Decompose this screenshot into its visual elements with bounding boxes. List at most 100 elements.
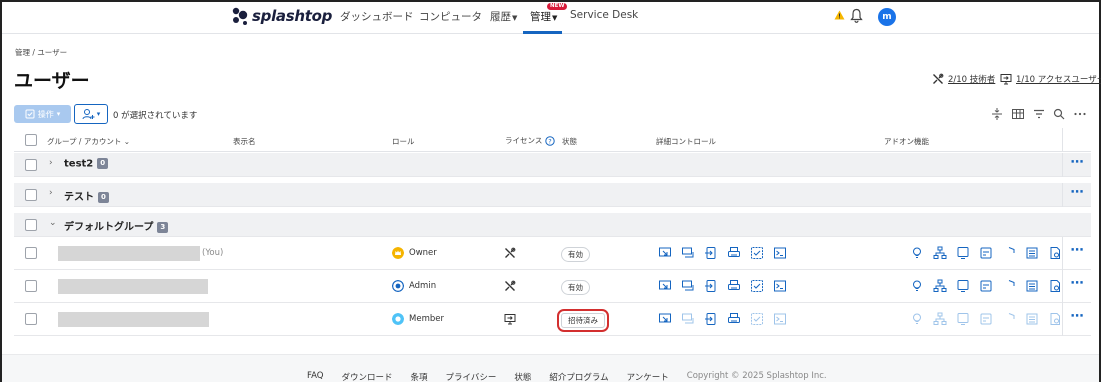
footer-faq[interactable]: FAQ xyxy=(307,371,323,382)
admin-shield-icon xyxy=(392,280,404,292)
group-row[interactable]: ⌄ デフォルトグループ 3 xyxy=(14,213,1091,237)
print-icon xyxy=(728,247,740,257)
splashtop-logo[interactable]: splashtop xyxy=(230,6,332,26)
chat-icon xyxy=(682,247,694,258)
select-all-checkbox[interactable] xyxy=(25,134,37,146)
group-name-label: テスト xyxy=(64,192,94,203)
document-settings-icon xyxy=(1050,313,1060,325)
addon-icons xyxy=(887,279,1062,293)
user-avatar[interactable]: m xyxy=(878,8,896,26)
footer-survey[interactable]: アンケート xyxy=(627,371,669,382)
user-checkbox[interactable] xyxy=(25,247,37,259)
screen-share-icon xyxy=(751,247,763,259)
list-icon xyxy=(1026,247,1038,259)
footer-status[interactable]: 状態 xyxy=(514,371,531,382)
redacted-account-name xyxy=(58,246,200,261)
patch-icon xyxy=(980,247,992,259)
group-checkbox[interactable] xyxy=(25,219,37,231)
print-icon xyxy=(728,313,740,323)
idea-icon xyxy=(913,313,921,324)
group-name: テスト 0 xyxy=(64,188,109,203)
chat-icon xyxy=(682,313,694,324)
add-user-button[interactable]: ▾ xyxy=(74,104,108,124)
group-row[interactable]: › test2 0 ⋯ xyxy=(14,153,1091,177)
group-checkbox[interactable] xyxy=(25,189,37,201)
chevron-right-icon[interactable]: › xyxy=(49,188,53,198)
help-icon[interactable]: ? xyxy=(545,135,556,146)
role-label: Member xyxy=(409,314,444,324)
group-name: test2 0 xyxy=(64,158,109,170)
footer-download[interactable]: ダウンロード xyxy=(341,371,392,382)
checklist-icon xyxy=(25,109,35,119)
tools-icon xyxy=(505,280,516,291)
column-header-role: ロール xyxy=(392,137,415,146)
user-row[interactable]: Admin 有効 ⋯ xyxy=(14,270,1091,303)
status-badge: 有効 xyxy=(561,247,590,262)
redacted-account-name xyxy=(58,279,208,294)
warning-icon[interactable] xyxy=(834,10,845,20)
splashtop-mark-icon xyxy=(232,7,248,25)
monitor-arrow-icon xyxy=(1000,74,1012,85)
user-row[interactable]: Member 招待済み ⋯ xyxy=(14,303,1091,336)
table-header: グループ / アカウント ⌄ 表示名 ロール ライセンス ? 状態 詳細コントロ… xyxy=(14,128,1091,152)
more-options-icon[interactable]: ⋯ xyxy=(1062,153,1091,177)
user-checkbox[interactable] xyxy=(25,280,37,292)
user-row[interactable]: (You) Owner 有効 ⋯ xyxy=(14,237,1091,270)
device-icon xyxy=(957,313,969,325)
columns-icon[interactable] xyxy=(1011,108,1025,120)
footer-privacy[interactable]: プライバシー xyxy=(446,371,497,382)
active-tab-indicator xyxy=(523,31,562,34)
nav-history-label: 履歴 xyxy=(490,11,511,23)
more-options-icon[interactable]: ⋯ xyxy=(1062,303,1091,336)
file-transfer-icon xyxy=(705,313,716,325)
more-options-icon[interactable] xyxy=(1073,108,1087,120)
chevron-down-icon: ▾ xyxy=(56,110,61,118)
remote-access-icon xyxy=(659,280,671,290)
footer-referral[interactable]: 紹介プログラム xyxy=(549,371,608,382)
operation-button[interactable]: 操作 ▾ xyxy=(14,105,71,123)
owner-crown-icon xyxy=(392,247,404,259)
bell-icon[interactable] xyxy=(850,8,863,23)
column-header-status: 状態 xyxy=(562,137,577,146)
footer-terms[interactable]: 条項 xyxy=(410,371,427,382)
list-icon xyxy=(1026,280,1038,292)
document-settings-icon xyxy=(1050,280,1060,292)
shield-icon xyxy=(1008,313,1015,319)
column-license-label: ライセンス xyxy=(505,136,543,145)
chevron-right-icon[interactable]: › xyxy=(49,158,53,168)
filter-icon[interactable] xyxy=(1032,108,1046,120)
nav-admin[interactable]: 管理▼ xyxy=(530,9,557,24)
nav-admin-label: 管理 xyxy=(530,11,551,23)
nav-history[interactable]: 履歴▼ xyxy=(490,9,517,24)
group-row[interactable]: › テスト 0 ⋯ xyxy=(14,183,1091,207)
nav-dashboard[interactable]: ダッシュボード xyxy=(340,9,414,24)
collapse-rows-icon[interactable] xyxy=(990,108,1004,120)
column-group-label: グループ / アカウント xyxy=(47,137,122,146)
column-header-group[interactable]: グループ / アカウント ⌄ xyxy=(47,136,130,147)
access-seat-count: 1/10 アクセスユーザー xyxy=(1016,75,1101,85)
more-options-icon[interactable]: ⋯ xyxy=(1062,237,1091,270)
tech-seat-link[interactable]: 2/10 技術者 xyxy=(932,73,995,85)
more-options-icon[interactable]: ⋯ xyxy=(1062,183,1091,207)
more-options-icon[interactable]: ⋯ xyxy=(1062,270,1091,303)
screen-share-icon xyxy=(751,280,763,292)
brand-name: splashtop xyxy=(252,7,333,25)
nav-computers[interactable]: コンピュータ xyxy=(419,9,482,24)
chevron-down-icon[interactable]: ⌄ xyxy=(49,218,57,228)
print-icon xyxy=(728,280,740,290)
column-header-addons: アドオン機能 xyxy=(884,137,929,146)
user-checkbox[interactable] xyxy=(25,313,37,325)
redacted-account-name xyxy=(58,312,209,327)
svg-text:?: ? xyxy=(549,137,552,145)
operation-label: 操作 xyxy=(37,109,54,119)
search-icon[interactable] xyxy=(1053,108,1066,120)
control-icons xyxy=(658,312,787,326)
group-checkbox[interactable] xyxy=(25,159,37,171)
you-label: (You) xyxy=(202,248,224,258)
terminal-icon xyxy=(774,313,786,325)
patch-icon xyxy=(980,313,992,325)
tools-icon xyxy=(505,247,516,258)
nav-service-desk[interactable]: Service Desk xyxy=(570,9,638,21)
access-seat-link[interactable]: 1/10 アクセスユーザー xyxy=(1000,73,1101,85)
tools-icon xyxy=(933,73,944,84)
